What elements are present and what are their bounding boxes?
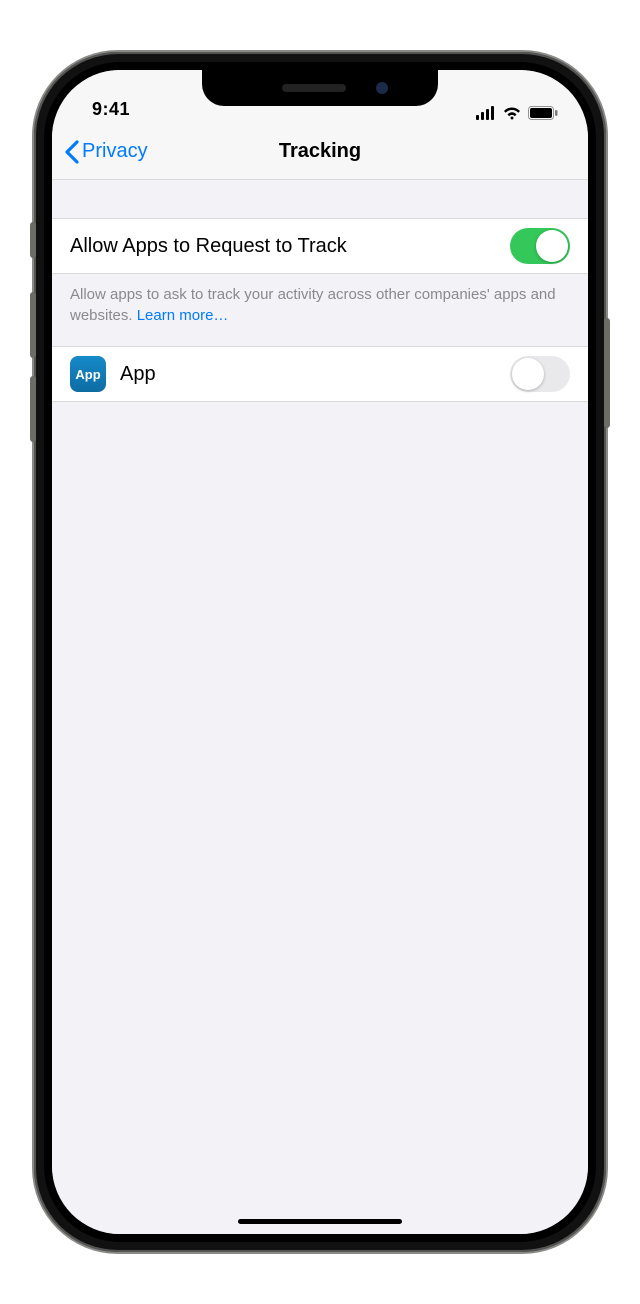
chevron-left-icon xyxy=(64,140,80,164)
allow-tracking-footer: Allow apps to ask to track your activity… xyxy=(52,274,588,346)
speaker-grille xyxy=(282,84,346,92)
app-tracking-row: App App xyxy=(52,346,588,402)
silence-switch xyxy=(30,222,36,258)
power-button xyxy=(604,318,610,428)
content-area: Allow Apps to Request to Track Allow app… xyxy=(52,180,588,1234)
home-indicator[interactable] xyxy=(238,1219,402,1224)
wifi-icon xyxy=(502,106,522,120)
allow-tracking-cell: Allow Apps to Request to Track xyxy=(52,218,588,274)
back-button[interactable]: Privacy xyxy=(64,140,148,164)
back-label: Privacy xyxy=(82,140,148,163)
notch xyxy=(202,70,438,106)
front-camera xyxy=(376,82,388,94)
status-icons xyxy=(476,106,558,120)
battery-icon xyxy=(528,106,558,120)
screen: 9:41 Privacy Tracking Allow Apps to Requ… xyxy=(52,70,588,1234)
volume-down-button xyxy=(30,376,36,442)
allow-tracking-label: Allow Apps to Request to Track xyxy=(70,235,510,258)
phone-frame: 9:41 Privacy Tracking Allow Apps to Requ… xyxy=(34,52,606,1252)
app-tracking-toggle[interactable] xyxy=(510,356,570,392)
volume-up-button xyxy=(30,292,36,358)
learn-more-link[interactable]: Learn more… xyxy=(137,307,229,324)
page-title: Tracking xyxy=(279,140,361,163)
app-icon: App xyxy=(70,356,106,392)
status-time: 9:41 xyxy=(92,99,130,120)
allow-tracking-toggle[interactable] xyxy=(510,228,570,264)
cellular-icon xyxy=(476,106,496,120)
app-name-label: App xyxy=(120,363,510,386)
nav-bar: Privacy Tracking xyxy=(52,124,588,180)
